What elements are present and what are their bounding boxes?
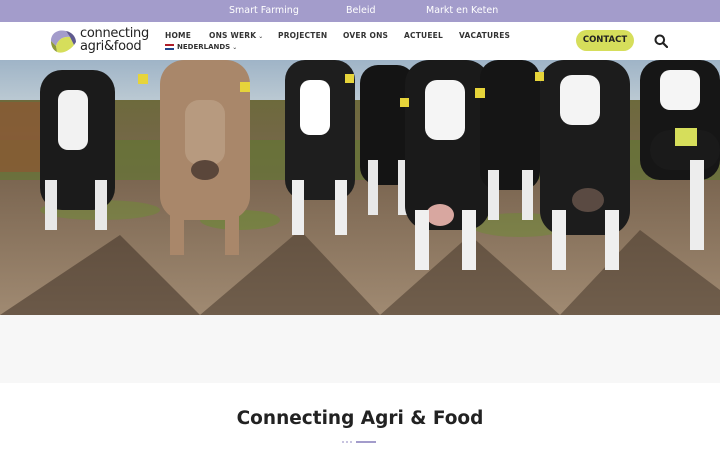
contact-button[interactable]: CONTACT [576,30,634,51]
language-label: NEDERLANDS [177,43,231,51]
logo-mark-icon [51,30,76,53]
logo-wordmark: connecting agri&food [80,27,149,53]
hero-cows-illustration [0,60,720,315]
nav-item-home[interactable]: HOME [165,31,191,40]
chevron-down-icon: ⌄ [258,33,264,40]
logo-line-2: agri&food [80,39,142,54]
intro-band [0,315,720,383]
divider-bar [356,441,376,443]
site-logo[interactable]: connecting agri&food [48,26,153,58]
search-icon[interactable] [654,34,668,48]
topbar-link-smart-farming[interactable]: Smart Farming [229,5,299,16]
nav-item-ons-werk[interactable]: ONS WERK ⌄ [209,31,263,40]
nav-item-actueel[interactable]: ACTUEEL [404,31,443,40]
nav-item-ons-werk-label: ONS WERK [209,31,257,40]
chevron-down-icon: ⌄ [232,43,238,51]
nav-item-projecten[interactable]: PROJECTEN [278,31,327,40]
hero-image [0,60,720,315]
divider-dot [350,441,352,443]
page-title: Connecting Agri & Food [236,408,484,429]
nav-item-vacatures[interactable]: VACATURES [459,31,510,40]
title-divider [342,440,378,443]
nav-item-over-ons[interactable]: OVER ONS [343,31,388,40]
language-switcher[interactable]: NEDERLANDS ⌄ [165,43,237,51]
divider-dot [342,441,344,443]
topbar-link-markt-en-keten[interactable]: Markt en Keten [426,5,498,16]
divider-dot [346,441,348,443]
nl-flag-icon [165,44,174,50]
main-navbar: connecting agri&food HOME ONS WERK ⌄ PROJ… [0,22,720,60]
top-bar: Smart Farming Beleid Markt en Keten [0,0,720,22]
topbar-link-beleid[interactable]: Beleid [346,5,376,16]
